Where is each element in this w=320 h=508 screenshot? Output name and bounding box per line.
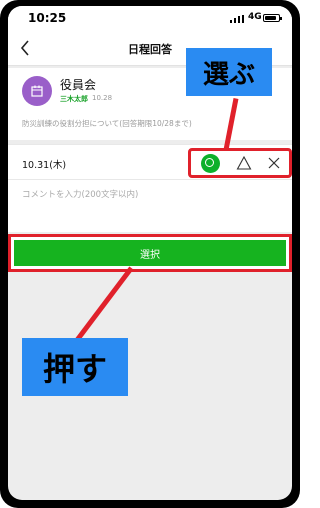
answer-row: 10.31(木) <box>8 144 292 180</box>
push-callout: 押す <box>22 338 128 396</box>
network-label: 4G <box>248 12 262 22</box>
calendar-icon <box>31 85 43 97</box>
answer-options-highlight <box>188 148 292 178</box>
battery-icon <box>263 14 282 22</box>
comment-input[interactable] <box>8 180 292 232</box>
answer-date: 10.31(木) <box>22 160 67 171</box>
event-author: 三木太郎 <box>60 95 88 103</box>
signal-icon <box>230 15 244 23</box>
option-cross-icon[interactable] <box>266 155 282 171</box>
event-description: 防災訓練の役割分担について(回答期限10/28まで) <box>22 119 192 128</box>
select-button[interactable]: 選択 <box>14 240 286 266</box>
status-time: 10:25 <box>28 11 67 25</box>
option-triangle-icon[interactable] <box>236 155 252 171</box>
event-name: 役員会 <box>60 78 97 92</box>
phone-frame: 10:25 4G 日程回答 役員会 三木太郎 10.28 防災訓練の役割分担につ… <box>0 0 300 508</box>
event-avatar <box>22 76 52 106</box>
event-date: 10.28 <box>92 94 113 102</box>
choose-callout: 選ぶ <box>186 48 272 96</box>
option-circle-icon[interactable] <box>201 154 220 173</box>
status-bar: 10:25 4G <box>8 6 292 30</box>
select-button-highlight: 選択 <box>8 234 292 272</box>
battery-level <box>265 16 276 20</box>
